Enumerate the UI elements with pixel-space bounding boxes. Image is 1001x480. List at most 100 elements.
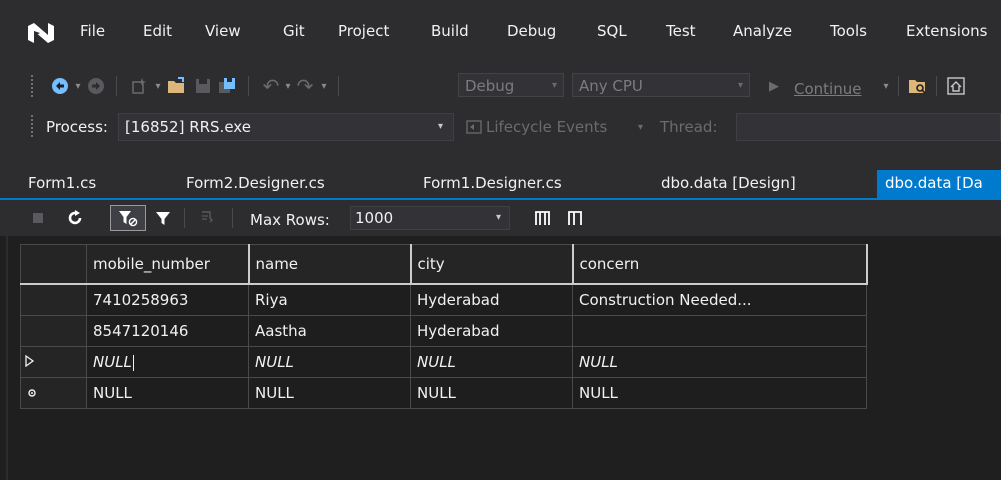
cell-mobile-number[interactable]: 8547120146 — [86, 315, 249, 347]
refresh-icon[interactable] — [64, 207, 86, 229]
pivot-down-icon[interactable] — [564, 207, 586, 229]
lifecycle-events-button[interactable]: Lifecycle Events — [486, 118, 607, 136]
cell-name[interactable]: NULL — [248, 377, 411, 409]
stop-icon[interactable] — [30, 207, 46, 229]
tab-form2-designer-cs[interactable]: Form2.Designer.cs — [178, 170, 414, 198]
solution-configuration-value: Debug — [465, 77, 515, 95]
menu-git[interactable]: Git — [283, 22, 305, 40]
open-folder-icon[interactable] — [166, 74, 188, 98]
solution-platform-value: Any CPU — [579, 77, 643, 95]
column-header-mobile-number[interactable]: mobile_number — [86, 244, 250, 285]
solution-configuration-select[interactable]: Debug ▾ — [458, 73, 564, 97]
script-icon[interactable] — [196, 207, 218, 229]
process-select[interactable]: [16852] RRS.exe ▾ — [118, 113, 454, 141]
cell-mobile-number[interactable]: NULL — [86, 377, 249, 409]
cell-city[interactable]: NULL — [410, 346, 573, 378]
filter-icon[interactable] — [152, 207, 174, 229]
cell-city[interactable]: Hyderabad — [410, 283, 573, 316]
debug-location-toolbar: Process: [16852] RRS.exe ▾ Lifecycle Eve… — [0, 104, 1001, 150]
cell-name[interactable]: NULL — [248, 346, 411, 378]
chevron-down-icon: ▾ — [495, 212, 501, 223]
new-project-dropdown-icon[interactable]: ▾ — [152, 74, 164, 98]
navigate-back-icon[interactable] — [50, 74, 70, 98]
menu-debug[interactable]: Debug — [507, 22, 556, 40]
menu-project[interactable]: Project — [338, 22, 389, 40]
save-all-icon[interactable] — [216, 74, 238, 98]
chevron-down-icon: ▾ — [737, 80, 743, 91]
data-grid: mobile_number name city concern 74102589… — [20, 244, 868, 409]
tab-dbo-data-data[interactable]: dbo.data [Da — [877, 170, 1001, 198]
thread-label: Thread: — [660, 118, 718, 136]
navigate-forward-icon[interactable] — [86, 74, 106, 98]
cell-city[interactable]: NULL — [410, 377, 573, 409]
table-row[interactable]: 8547120146 Aastha Hyderabad — [20, 315, 867, 347]
document-tabs: Form1.cs Form2.Designer.cs Form1.Designe… — [0, 170, 1001, 198]
redo-icon[interactable]: ↷ — [294, 74, 316, 98]
table-row-editing[interactable]: NULL NULL NULL NULL — [20, 346, 867, 378]
toolbar-separator — [338, 76, 339, 96]
max-rows-value: 1000 — [355, 209, 394, 227]
select-all-corner[interactable] — [20, 244, 87, 285]
toolbar-separator — [248, 76, 249, 96]
menu-build[interactable]: Build — [431, 22, 469, 40]
lifecycle-events-icon[interactable] — [464, 115, 484, 139]
tab-dbo-data-design[interactable]: dbo.data [Design] — [653, 170, 877, 198]
left-border — [6, 236, 8, 480]
find-in-files-icon[interactable] — [906, 74, 930, 98]
home-icon[interactable] — [944, 74, 968, 98]
row-header-new[interactable] — [20, 377, 87, 409]
undo-dropdown-icon[interactable]: ▾ — [282, 74, 294, 98]
cell-name[interactable]: Riya — [248, 283, 411, 316]
table-row[interactable]: 7410258963 Riya Hyderabad Construction N… — [20, 283, 867, 316]
cell-concern[interactable]: NULL — [572, 377, 867, 409]
column-header-city[interactable]: city — [410, 244, 574, 285]
menu-sql[interactable]: SQL — [597, 22, 627, 40]
process-value: [16852] RRS.exe — [125, 118, 251, 136]
undo-icon[interactable]: ↶ — [260, 74, 282, 98]
standard-toolbar: ▾ ▾ ↶ ▾ ↷ ▾ Debug ▾ Any CPU ▾ ▶ Continue… — [0, 68, 1001, 104]
cell-concern[interactable]: NULL — [572, 346, 867, 378]
filter-clear-icon[interactable] — [110, 205, 146, 231]
menu-analyze[interactable]: Analyze — [733, 22, 792, 40]
redo-dropdown-icon[interactable]: ▾ — [318, 74, 330, 98]
data-grid-area: mobile_number name city concern 74102589… — [0, 236, 1001, 480]
menu-view[interactable]: View — [205, 22, 241, 40]
toolbar-separator — [898, 76, 899, 96]
column-header-name[interactable]: name — [248, 244, 412, 285]
toolbar-grip[interactable] — [30, 74, 34, 98]
continue-dropdown-icon[interactable]: ▾ — [880, 74, 892, 98]
text-cursor — [132, 354, 134, 371]
thread-select[interactable] — [736, 113, 1001, 141]
solution-platform-select[interactable]: Any CPU ▾ — [572, 73, 750, 97]
save-icon[interactable] — [192, 74, 214, 98]
cell-mobile-number[interactable]: NULL — [86, 346, 249, 378]
cell-concern[interactable] — [572, 315, 867, 347]
tab-form1-cs[interactable]: Form1.cs — [20, 170, 185, 198]
toolbar-grip[interactable] — [30, 114, 34, 138]
menu-tools[interactable]: Tools — [830, 22, 867, 40]
menu-test[interactable]: Test — [666, 22, 696, 40]
cell-concern[interactable]: Construction Needed... — [572, 283, 867, 316]
pivot-up-icon[interactable] — [532, 207, 554, 229]
cell-name[interactable]: Aastha — [248, 315, 411, 347]
lifecycle-dropdown-icon[interactable]: ▾ — [638, 122, 643, 133]
column-header-concern[interactable]: concern — [572, 244, 868, 285]
visual-studio-logo-icon[interactable] — [26, 20, 56, 46]
cell-mobile-number[interactable]: 7410258963 — [86, 283, 249, 316]
table-row-new[interactable]: NULL NULL NULL NULL — [20, 377, 867, 409]
menu-extensions[interactable]: Extensions — [906, 22, 987, 40]
continue-play-icon[interactable]: ▶ — [766, 74, 782, 98]
continue-button[interactable]: Continue — [794, 80, 861, 98]
cell-city[interactable]: Hyderabad — [410, 315, 573, 347]
toolbar-separator — [184, 208, 185, 228]
row-header[interactable] — [20, 283, 87, 316]
max-rows-select[interactable]: 1000 ▾ — [350, 206, 510, 230]
toolbar-tray-gap — [0, 150, 1001, 170]
tab-form1-designer-cs[interactable]: Form1.Designer.cs — [415, 170, 651, 198]
navigate-back-dropdown-icon[interactable]: ▾ — [72, 74, 84, 98]
row-header[interactable] — [20, 315, 87, 347]
menu-file[interactable]: File — [80, 22, 105, 40]
menu-edit[interactable]: Edit — [143, 22, 172, 40]
row-header-current[interactable] — [20, 346, 87, 378]
new-project-icon[interactable] — [128, 74, 150, 98]
